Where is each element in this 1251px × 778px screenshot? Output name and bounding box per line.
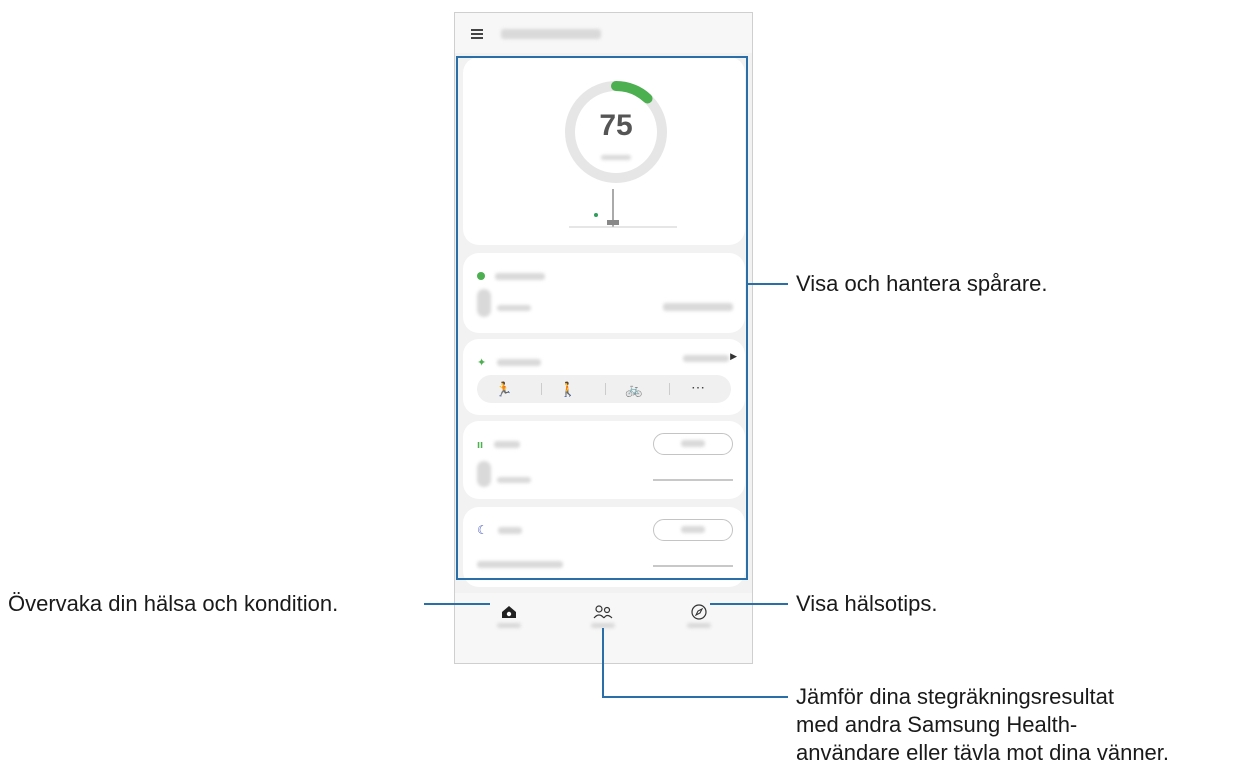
callout-line-discover xyxy=(710,603,788,605)
callout-line-trackers xyxy=(748,283,788,285)
nav-home[interactable] xyxy=(489,601,529,641)
callout-together-line2: med andra Samsung Health- xyxy=(796,712,1078,737)
callout-trackers: Visa och hantera spårare. xyxy=(796,271,1048,296)
callout-home: Övervaka din hälsa och kondition. xyxy=(8,591,339,616)
nav-discover[interactable] xyxy=(679,601,719,641)
callout-together-line1: Jämför dina stegräkningsresultat xyxy=(796,684,1114,709)
callout-line-together-horizontal xyxy=(602,696,788,698)
home-icon xyxy=(502,606,516,618)
together-people-icon xyxy=(593,605,613,619)
callout-together-line3: användare eller tävla mot dina vänner. xyxy=(796,740,1170,765)
app-title xyxy=(501,29,601,39)
callout-discover: Visa hälsotips. xyxy=(796,591,938,616)
callout-line-home xyxy=(424,603,490,605)
discover-compass-icon xyxy=(691,604,707,620)
hamburger-menu-icon[interactable] xyxy=(471,29,483,39)
nav-home-label xyxy=(497,623,521,628)
trackers-highlight-frame xyxy=(456,56,748,580)
app-bar xyxy=(455,13,752,53)
nav-discover-label xyxy=(687,623,711,628)
callout-line-together-vertical xyxy=(602,628,604,698)
